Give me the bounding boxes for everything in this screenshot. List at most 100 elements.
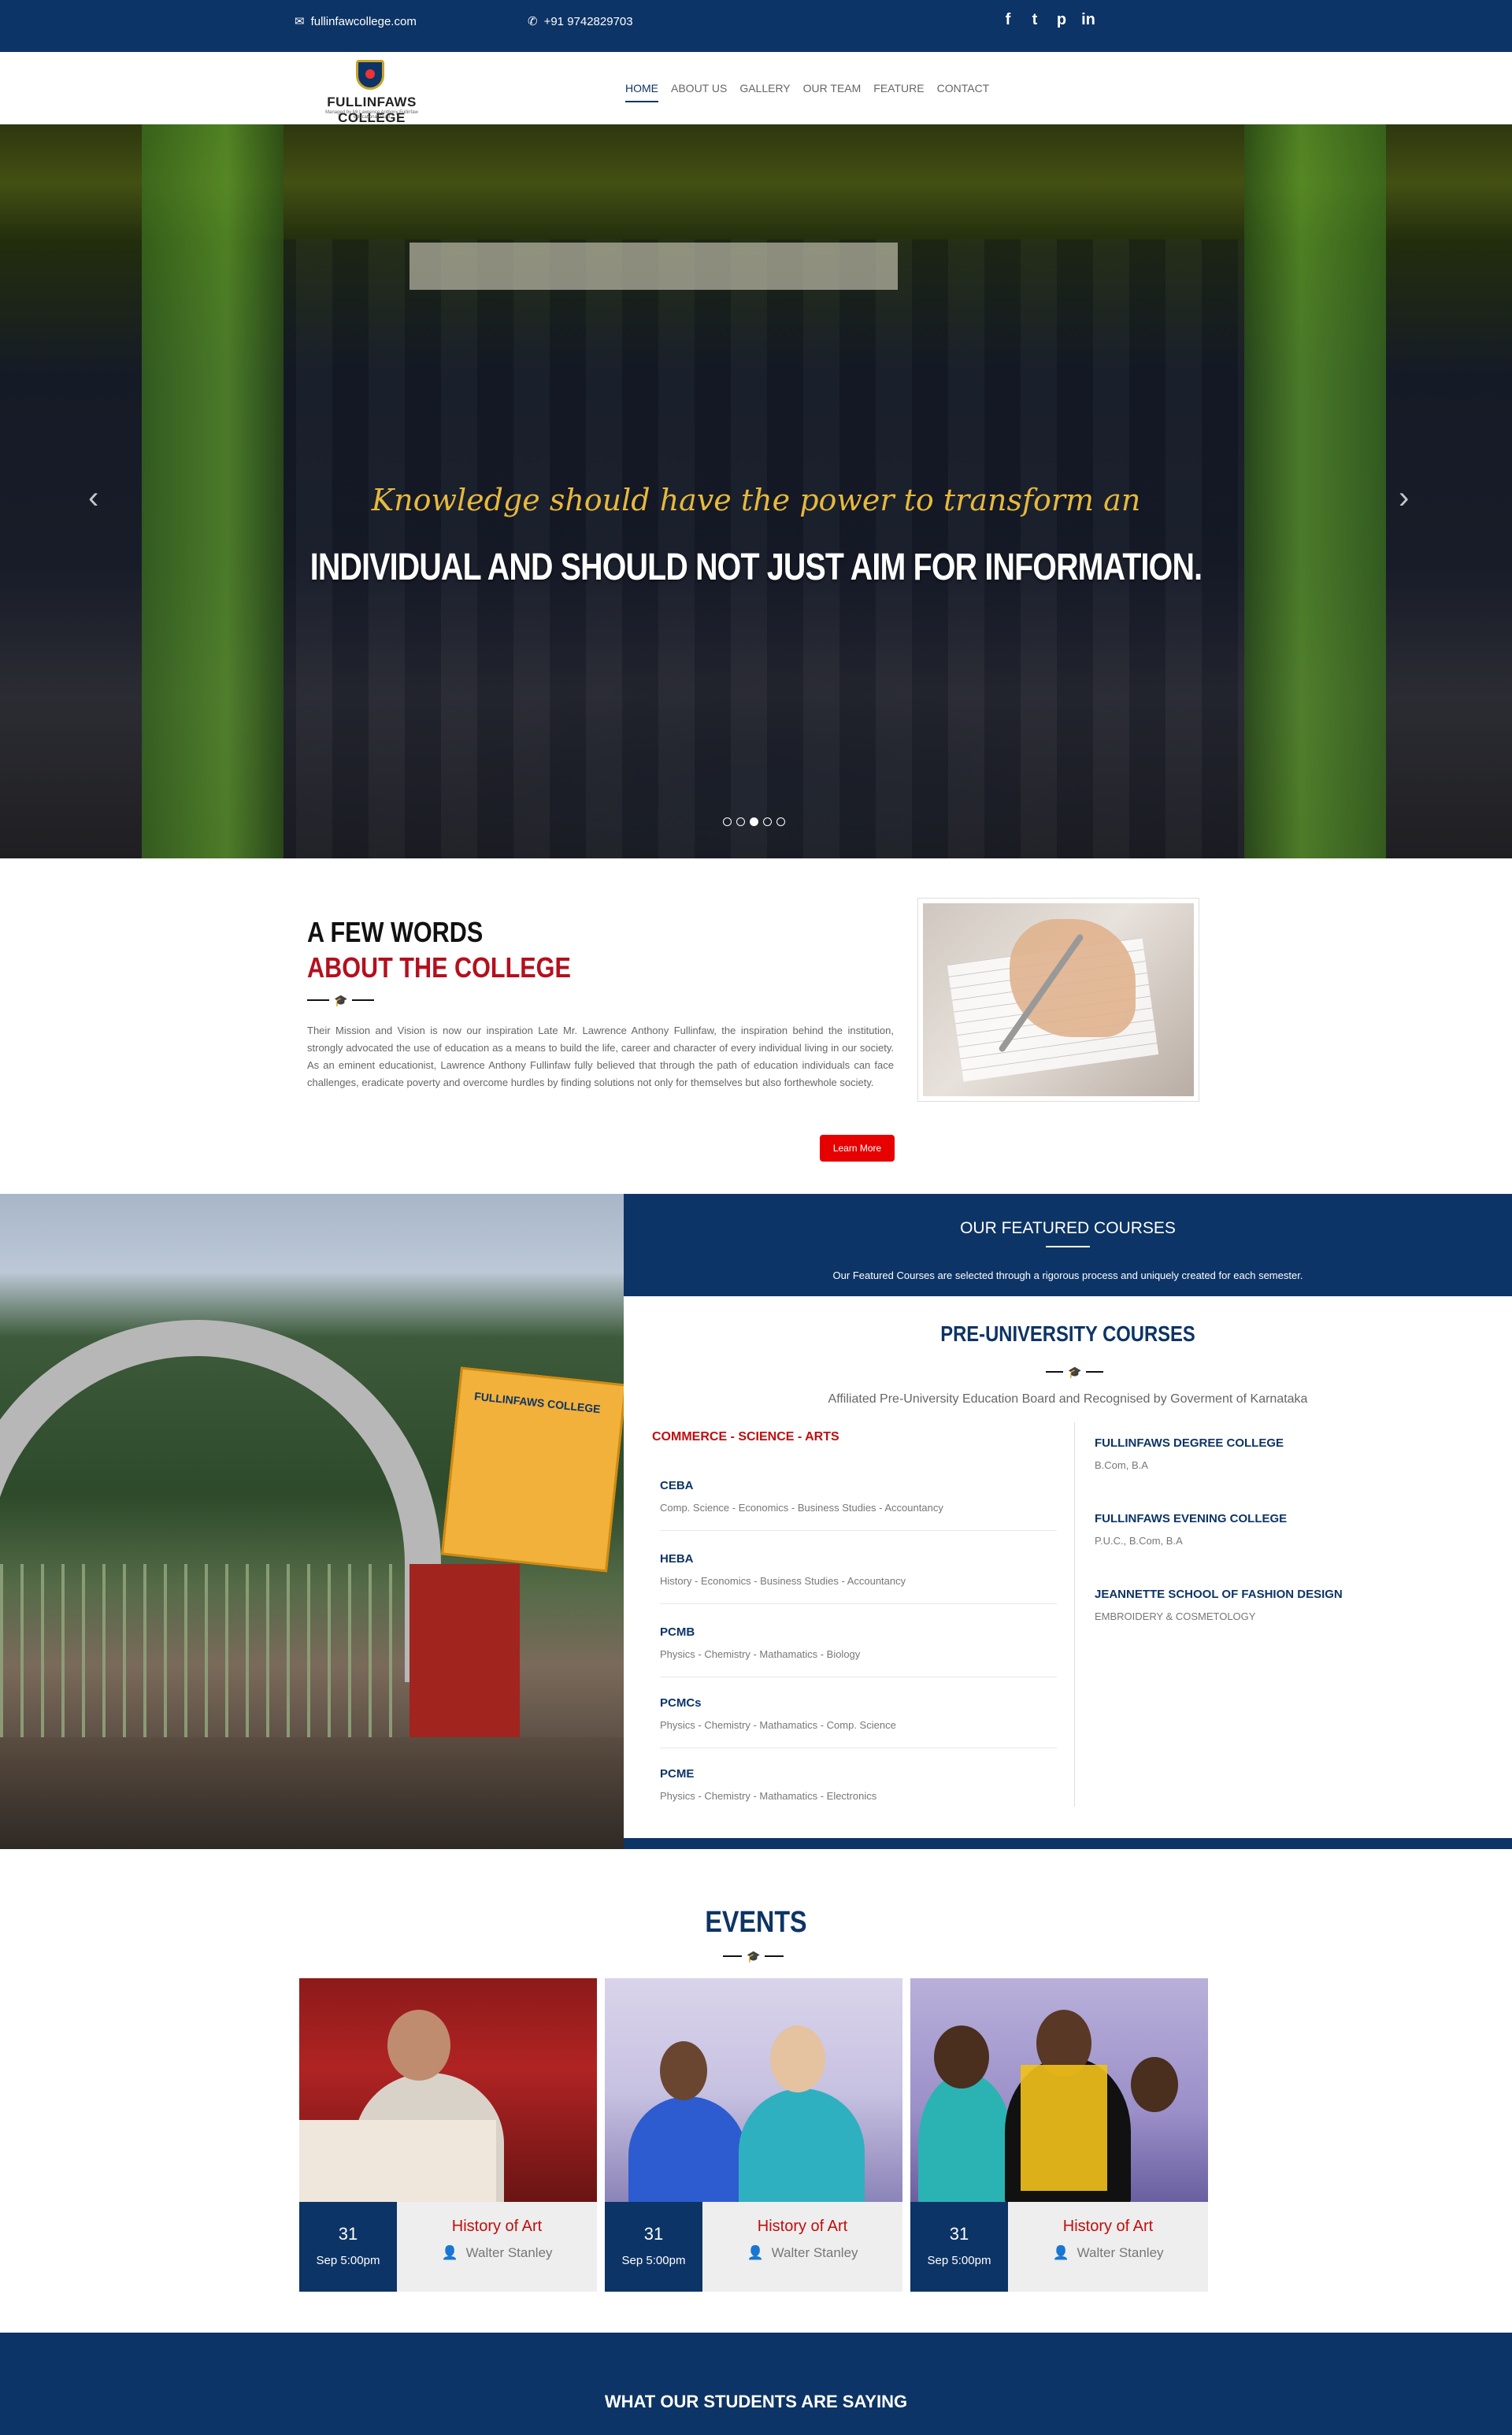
envelope-icon: ✉ xyxy=(295,15,305,28)
nav-menu: HOME ABOUT US GALLERY OUR TEAM FEATURE C… xyxy=(625,82,989,102)
course-name: PCME xyxy=(660,1767,695,1781)
course-name: HEBA xyxy=(660,1552,694,1566)
nav-gallery[interactable]: GALLERY xyxy=(739,82,790,102)
phone-text: +91 9742829703 xyxy=(543,14,633,28)
event-card[interactable]: 31 Sep 5:00pm History of Art 👤 Walter Sta… xyxy=(910,1978,1208,2292)
learn-more-button[interactable]: Learn More xyxy=(820,1135,895,1162)
event-date: 31 Sep 5:00pm xyxy=(299,2202,397,2292)
twitter-icon[interactable]: t xyxy=(1027,11,1043,29)
contact-phone[interactable]: ✆ +91 9742829703 xyxy=(528,14,633,29)
event-speaker-name: Walter Stanley xyxy=(465,2245,553,2260)
section-divider: 🎓 xyxy=(723,1948,784,1964)
site-logo[interactable]: FULLINFAWS COLLEGE Managed by Mr.Lawrenc… xyxy=(293,60,450,125)
event-card[interactable]: 31 Sep 5:00pm History of Art 👤 Walter Sta… xyxy=(299,1978,597,2292)
user-icon: 👤 xyxy=(747,2245,764,2260)
event-title[interactable]: History of Art xyxy=(1008,2218,1208,2236)
pinterest-icon[interactable]: p xyxy=(1054,11,1069,29)
hero-quote: Knowledge should have the power to trans… xyxy=(371,483,1141,517)
course-subjects: Physics - Chemistry - Mathamatics - Biol… xyxy=(660,1648,861,1660)
course-category: COMMERCE - SCIENCE - ARTS xyxy=(652,1430,839,1444)
courses-card: PRE-UNIVERSITY COURSES 🎓 Affiliated Pre-… xyxy=(624,1296,1512,1838)
campus-banner-text: FULLINFAWS COLLEGE xyxy=(473,1389,602,1416)
course-item[interactable]: CEBA Comp. Science - Economics - Busines… xyxy=(660,1479,1057,1531)
testimonials-section: WHAT OUR STUDENTS ARE SAYING xyxy=(0,2333,1512,2435)
course-item[interactable]: PCMCs Physics - Chemistry - Mathamatics … xyxy=(660,1696,1057,1748)
event-day: 31 xyxy=(643,2224,664,2244)
event-day: 31 xyxy=(949,2224,969,2244)
course-item[interactable]: PCMB Physics - Chemistry - Mathamatics -… xyxy=(660,1625,1057,1677)
hero-slider: Knowledge should have the power to trans… xyxy=(0,124,1512,858)
event-time: Sep 5:00pm xyxy=(621,2254,686,2267)
featured-courses-header: OUR FEATURED COURSES Our Featured Course… xyxy=(624,1194,1512,1296)
college-detail: EMBROIDERY & COSMETOLOGY xyxy=(1095,1610,1256,1622)
hero-title: INDIVIDUAL AND SHOULD NOT JUST AIM FOR I… xyxy=(309,547,1203,588)
about-text: Their Mission and Vision is now our insp… xyxy=(307,1025,894,1088)
pre-university-title: PRE-UNIVERSITY COURSES xyxy=(940,1321,1195,1346)
nav-feature[interactable]: FEATURE xyxy=(873,82,924,102)
event-title[interactable]: History of Art xyxy=(702,2218,902,2236)
course-subjects: Physics - Chemistry - Mathamatics - Elec… xyxy=(660,1790,877,1802)
event-info: History of Art 👤 Walter Stanley xyxy=(397,2202,597,2292)
user-icon: 👤 xyxy=(1052,2245,1069,2260)
campus-wall xyxy=(410,1564,520,1737)
event-info: History of Art 👤 Walter Stanley xyxy=(702,2202,902,2292)
course-item[interactable]: PCME Physics - Chemistry - Mathamatics -… xyxy=(660,1767,1057,1803)
campus-banner: FULLINFAWS COLLEGE xyxy=(441,1366,624,1573)
course-subjects: Comp. Science - Economics - Business Stu… xyxy=(660,1502,943,1514)
featured-subtitle: Our Featured Courses are selected throug… xyxy=(832,1269,1303,1281)
campus-gate xyxy=(0,1564,410,1737)
slider-dot-active[interactable] xyxy=(750,817,758,826)
nav-about-us[interactable]: ABOUT US xyxy=(671,82,727,102)
event-card[interactable]: 31 Sep 5:00pm History of Art 👤 Walter Sta… xyxy=(605,1978,902,2292)
about-image xyxy=(917,898,1199,1102)
slider-dot[interactable] xyxy=(763,817,772,826)
event-date: 31 Sep 5:00pm xyxy=(910,2202,1008,2292)
course-item[interactable]: HEBA History - Economics - Business Stud… xyxy=(660,1552,1057,1604)
top-bar: ✉ fullinfawcollege.com ✆ +91 9742829703 … xyxy=(0,0,1512,52)
nav-home[interactable]: HOME xyxy=(625,82,658,102)
event-speaker: 👤 Walter Stanley xyxy=(702,2245,902,2261)
slider-dot[interactable] xyxy=(776,817,785,826)
event-time: Sep 5:00pm xyxy=(927,2254,991,2267)
event-title[interactable]: History of Art xyxy=(397,2218,597,2236)
slider-dot[interactable] xyxy=(736,817,745,826)
slider-dots xyxy=(723,817,785,826)
event-time: Sep 5:00pm xyxy=(316,2254,380,2267)
event-day: 31 xyxy=(338,2224,358,2244)
main-navbar: FULLINFAWS COLLEGE Managed by Mr.Lawrenc… xyxy=(0,52,1512,125)
course-subjects: History - Economics - Business Studies -… xyxy=(660,1575,906,1587)
testimonials-title: WHAT OUR STUDENTS ARE SAYING xyxy=(604,2392,908,2411)
nav-contact[interactable]: CONTACT xyxy=(937,82,990,102)
course-name: CEBA xyxy=(660,1479,694,1492)
college-name: FULLINFAWS DEGREE COLLEGE xyxy=(1095,1436,1284,1450)
college-name: FULLINFAWS EVENING COLLEGE xyxy=(1095,1512,1288,1525)
event-info: History of Art 👤 Walter Stanley xyxy=(1008,2202,1208,2292)
featured-title: OUR FEATURED COURSES xyxy=(960,1219,1176,1237)
college-item[interactable]: JEANNETTE SCHOOL OF FASHION DESIGN EMBRO… xyxy=(1095,1588,1488,1622)
college-item[interactable]: FULLINFAWS EVENING COLLEGE P.U.C., B.Com… xyxy=(1095,1512,1488,1547)
user-icon: 👤 xyxy=(441,2245,458,2260)
linkedin-icon[interactable]: in xyxy=(1080,11,1096,29)
pre-university-subtitle: Affiliated Pre-University Education Boar… xyxy=(828,1392,1308,1406)
logo-tagline: Managed by Mr.Lawrence Anthony Fullinfaw… xyxy=(325,110,418,120)
graduation-cap-icon: 🎓 xyxy=(1068,1365,1082,1378)
slider-dot[interactable] xyxy=(723,817,732,826)
college-detail: P.U.C., B.Com, B.A xyxy=(1095,1535,1183,1547)
courses-card-footer xyxy=(624,1838,1512,1849)
graduation-cap-icon: 🎓 xyxy=(747,1949,761,1962)
event-image xyxy=(299,1978,597,2202)
course-subjects: Physics - Chemistry - Mathamatics - Comp… xyxy=(660,1719,896,1731)
college-item[interactable]: FULLINFAWS DEGREE COLLEGE B.Com, B.A xyxy=(1095,1436,1488,1471)
hero-photo-banner xyxy=(410,243,898,290)
nav-our-team[interactable]: OUR TEAM xyxy=(803,82,862,102)
facebook-icon[interactable]: f xyxy=(1000,11,1016,29)
contact-email[interactable]: ✉ fullinfawcollege.com xyxy=(295,14,417,29)
email-text: fullinfawcollege.com xyxy=(310,14,417,28)
chevron-right-icon[interactable]: › xyxy=(1399,480,1409,516)
chevron-left-icon[interactable]: ‹ xyxy=(88,480,98,516)
event-image xyxy=(605,1978,902,2202)
event-speaker-name: Walter Stanley xyxy=(771,2245,858,2260)
section-divider: 🎓 xyxy=(307,992,375,1008)
featured-title-underline xyxy=(1046,1246,1090,1247)
event-speaker: 👤 Walter Stanley xyxy=(397,2245,597,2261)
